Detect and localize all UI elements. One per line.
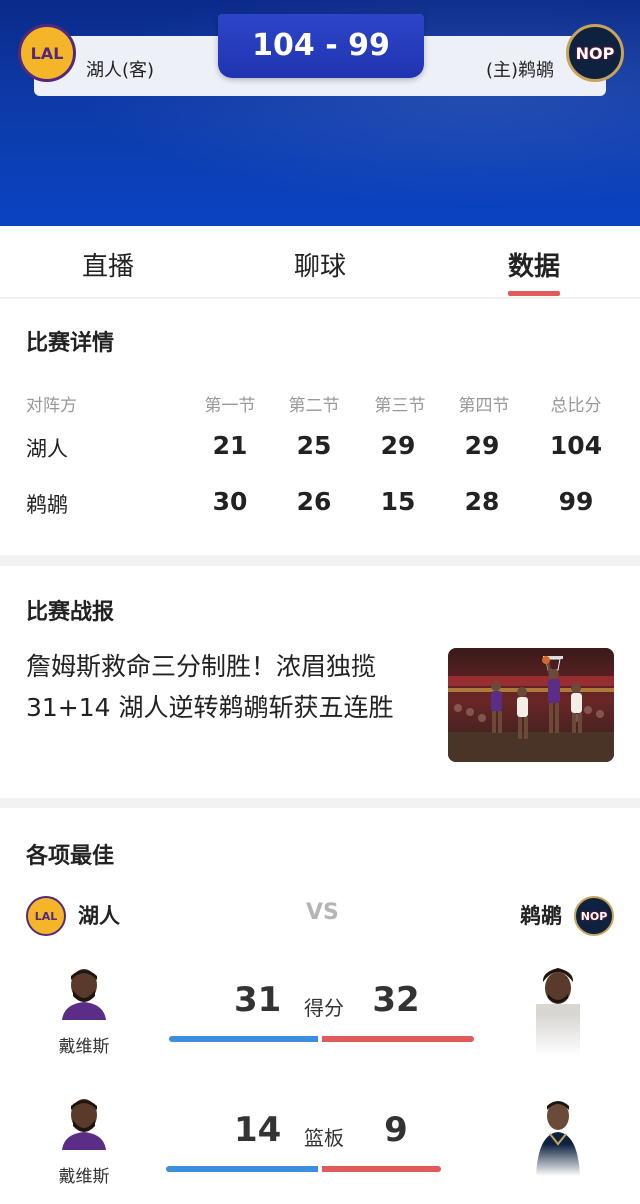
- stat-bar-right: [322, 1036, 474, 1042]
- pelicans-logo-icon: NOP: [574, 896, 614, 936]
- table-cell-q1: 30: [212, 487, 248, 516]
- section-title-report: 比赛战报: [26, 600, 115, 625]
- tab-chat[interactable]: 聊球: [240, 246, 400, 283]
- table-header-q1: 第一节: [204, 396, 256, 416]
- player-avatar-left[interactable]: [60, 1096, 108, 1150]
- leaders-card: 各项最佳 LAL 湖人 VS 鹈鹕 NOP 戴维斯 31 得分 32 戴维斯 1…: [0, 808, 640, 1204]
- game-report-card[interactable]: 比赛战报 詹姆斯救命三分制胜！浓眉独揽31+14 湖人逆转鹈鹕斩获五连胜: [0, 566, 640, 798]
- leader-row-rebounds[interactable]: 戴维斯 14 篮板 9: [0, 1096, 640, 1204]
- game-details-card: 比赛详情 对阵方 第一节 第二节 第三节 第四节 总比分 湖人 21 25 29…: [0, 299, 640, 555]
- stat-label: 得分: [304, 996, 344, 1020]
- table-cell-q3: 15: [380, 487, 416, 516]
- stat-value-left: 31: [234, 980, 282, 1020]
- table-cell-total: 99: [558, 487, 594, 516]
- table-header-q3: 第三节: [374, 396, 426, 416]
- section-title-leaders: 各项最佳: [26, 844, 115, 869]
- table-row-team: 鹈鹕: [26, 493, 68, 517]
- pelicans-logo-icon[interactable]: NOP: [566, 24, 624, 82]
- stat-label: 篮板: [304, 1126, 344, 1150]
- table-header-total: 总比分: [550, 396, 602, 416]
- stat-bar-right: [322, 1166, 441, 1172]
- leaders-left-team: 湖人: [78, 904, 120, 928]
- game-score: 104 - 99: [218, 14, 424, 78]
- table-header-q4: 第四节: [458, 396, 510, 416]
- player-avatar-right[interactable]: [534, 1096, 582, 1176]
- stat-bar-left: [169, 1036, 318, 1042]
- tab-bar: 直播 聊球 数据: [0, 226, 640, 298]
- stat-bar-left: [166, 1166, 318, 1172]
- table-header-team: 对阵方: [26, 396, 77, 416]
- table-cell-q1: 21: [212, 431, 248, 460]
- leaders-right-team: 鹈鹕: [520, 904, 562, 928]
- stat-value-right: 32: [372, 980, 420, 1020]
- game-header: 104 - 99 LAL 湖人(客) (主)鹈鹕 NOP: [0, 0, 640, 226]
- lakers-logo-icon[interactable]: LAL: [18, 24, 76, 82]
- table-cell-q3: 29: [380, 431, 416, 460]
- table-cell-q2: 26: [296, 487, 332, 516]
- tab-live[interactable]: 直播: [28, 246, 188, 283]
- leader-row-points[interactable]: 戴维斯 31 得分 32: [0, 964, 640, 1110]
- away-team-name[interactable]: 湖人(客): [86, 56, 154, 82]
- player-name-left[interactable]: 戴维斯: [44, 1032, 124, 1057]
- active-tab-indicator: [508, 291, 560, 296]
- vs-label: VS: [306, 900, 339, 925]
- table-cell-q2: 25: [296, 431, 332, 460]
- table-row-team: 湖人: [26, 437, 68, 461]
- home-team-name[interactable]: (主)鹈鹕: [486, 56, 554, 82]
- table-cell-q4: 28: [464, 487, 500, 516]
- stat-value-left: 14: [234, 1110, 282, 1150]
- player-name-left[interactable]: 戴维斯: [44, 1162, 124, 1187]
- lakers-logo-icon: LAL: [26, 896, 66, 936]
- stat-value-right: 9: [384, 1110, 408, 1150]
- section-title-details: 比赛详情: [26, 331, 115, 356]
- player-avatar-left[interactable]: [60, 966, 108, 1020]
- player-avatar-right[interactable]: [534, 964, 582, 1056]
- report-headline[interactable]: 詹姆斯救命三分制胜！浓眉独揽31+14 湖人逆转鹈鹕斩获五连胜: [26, 646, 422, 728]
- table-cell-total: 104: [549, 431, 603, 460]
- tab-stats[interactable]: 数据: [454, 246, 614, 283]
- table-header-q2: 第二节: [288, 396, 340, 416]
- report-thumbnail[interactable]: [448, 648, 614, 762]
- table-cell-q4: 29: [464, 431, 500, 460]
